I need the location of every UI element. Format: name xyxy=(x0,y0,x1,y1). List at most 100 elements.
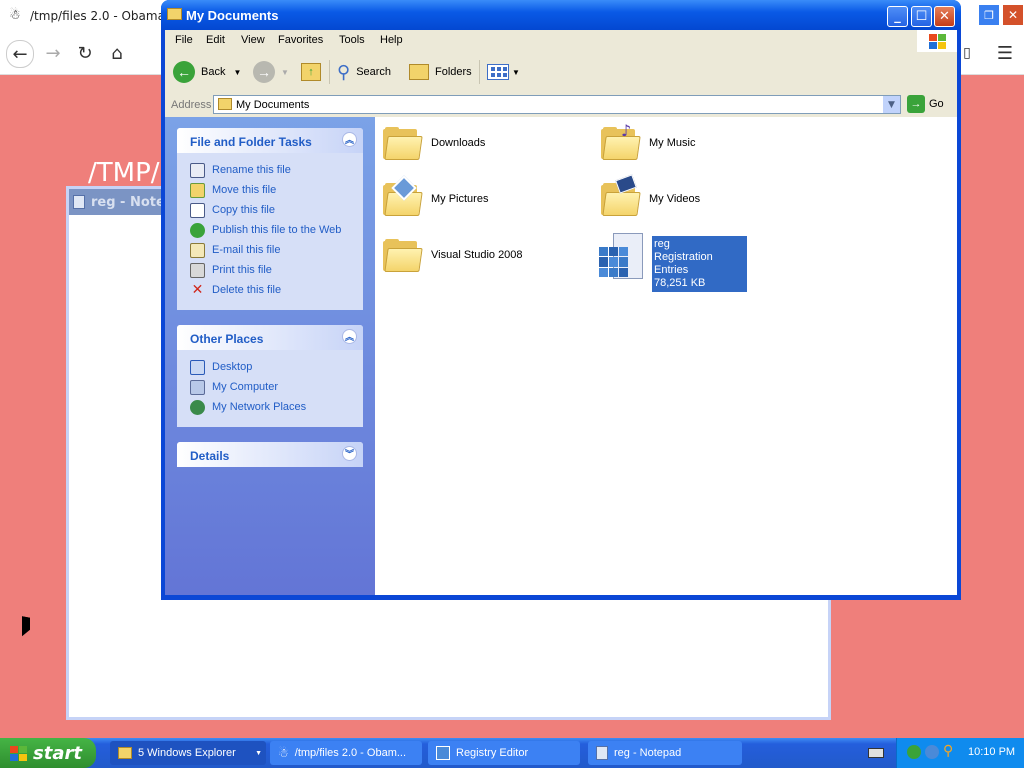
browser-favicon-icon: ☃ xyxy=(9,8,21,23)
task-label[interactable]: Print this file xyxy=(212,264,272,276)
place-my-computer[interactable]: My Computer xyxy=(177,377,363,397)
start-button[interactable]: start xyxy=(0,738,96,768)
panel-header[interactable]: File and Folder Tasks ︽ xyxy=(177,128,363,153)
collapse-icon[interactable]: ︽ xyxy=(342,329,357,344)
minimize-button[interactable]: _ xyxy=(887,6,908,27)
collapse-icon[interactable]: ︽ xyxy=(342,132,357,147)
registry-file-icon xyxy=(599,233,645,281)
file-reg[interactable]: reg Registration Entries 78,251 KB xyxy=(599,233,749,292)
browser-forward-button[interactable]: → xyxy=(40,40,66,66)
folder-my-music[interactable]: ♪ My Music xyxy=(601,121,696,160)
browser-home-button[interactable]: ⌂ xyxy=(104,40,130,66)
menu-favorites[interactable]: Favorites xyxy=(278,34,323,46)
task-label[interactable]: Move this file xyxy=(212,184,276,196)
music-folder-icon: ♪ xyxy=(601,121,641,160)
info-tray-icon[interactable] xyxy=(925,745,939,759)
folders-button[interactable]: Folders xyxy=(409,60,472,84)
place-label[interactable]: Desktop xyxy=(212,361,252,373)
folder-my-videos[interactable]: My Videos xyxy=(601,174,701,216)
browser-icon: ☃ xyxy=(278,746,289,760)
file-name: My Videos xyxy=(649,193,701,205)
videos-folder-icon xyxy=(601,174,641,216)
search-button[interactable]: ⚲ Search xyxy=(337,60,391,84)
file-list-area: Downloads ♪ My Music My Pictures My Vide… xyxy=(375,117,957,595)
menu-edit[interactable]: Edit xyxy=(206,34,225,46)
back-dropdown-icon[interactable]: ▼ xyxy=(233,68,241,77)
forward-button[interactable]: → ▼ xyxy=(253,60,289,84)
explorer-window[interactable]: My Documents _ ☐ ✕ File Edit View Favori… xyxy=(161,0,961,600)
network-tray-icon[interactable] xyxy=(907,745,921,759)
task-publish[interactable]: Publish this file to the Web xyxy=(177,220,363,240)
window-title: My Documents xyxy=(186,8,279,23)
place-label[interactable]: My Computer xyxy=(212,381,278,393)
copy-icon xyxy=(190,202,205,218)
forward-dropdown-icon[interactable]: ▼ xyxy=(281,68,289,77)
up-button[interactable]: ↑ xyxy=(301,60,321,84)
task-email[interactable]: E-mail this file xyxy=(177,240,363,260)
browser-close-button[interactable]: ✕ xyxy=(1002,4,1024,26)
folder-icon xyxy=(383,239,423,272)
views-dropdown-icon: ▼ xyxy=(512,67,520,77)
task-copy[interactable]: Copy this file xyxy=(177,200,363,220)
file-folder-tasks-panel: File and Folder Tasks ︽ Rename this file… xyxy=(177,128,363,310)
back-arrow-icon: ← xyxy=(173,61,195,83)
taskbar-group-dropdown-icon: ▼ xyxy=(255,749,262,757)
task-move[interactable]: Move this file xyxy=(177,180,363,200)
browser-reload-button[interactable]: ↻ xyxy=(72,40,98,66)
taskbar-notepad[interactable]: reg - Notepad xyxy=(588,741,742,765)
windows-logo-icon xyxy=(917,30,957,52)
file-name: My Music xyxy=(649,137,696,149)
task-label[interactable]: Rename this file xyxy=(212,164,291,176)
taskbar: start 5 Windows Explorer ▼ ☃ /tmp/files … xyxy=(0,738,1024,768)
place-desktop[interactable]: Desktop xyxy=(177,357,363,377)
task-rename[interactable]: Rename this file xyxy=(177,160,363,180)
pictures-folder-icon xyxy=(383,175,423,216)
panel-header[interactable]: Other Places ︽ xyxy=(177,325,363,350)
clock: 10:10 PM xyxy=(968,746,1016,758)
browser-back-button[interactable]: ← xyxy=(6,40,34,68)
browser-restore-button[interactable]: ❐ xyxy=(978,4,1000,26)
taskbar-registry-editor[interactable]: Registry Editor xyxy=(428,741,580,765)
menu-view[interactable]: View xyxy=(241,34,265,46)
task-label[interactable]: Publish this file to the Web xyxy=(212,224,341,236)
address-dropdown-icon[interactable]: ▼ xyxy=(883,96,900,113)
panel-title: File and Folder Tasks xyxy=(190,135,312,149)
expand-icon[interactable]: ︾ xyxy=(342,446,357,461)
menu-file[interactable]: File xyxy=(175,34,193,46)
address-folder-icon xyxy=(218,98,232,110)
views-button[interactable]: ▼ xyxy=(487,60,520,84)
go-button[interactable]: → Go xyxy=(907,95,944,113)
place-network[interactable]: My Network Places xyxy=(177,397,363,417)
panel-header[interactable]: Details ︾ xyxy=(177,442,363,467)
panel-title: Details xyxy=(190,449,230,463)
taskbar-windows-explorer[interactable]: 5 Windows Explorer ▼ xyxy=(110,741,266,765)
search-tray-icon[interactable]: ⚲ xyxy=(943,743,953,759)
delete-icon: ✕ xyxy=(191,281,204,298)
task-label[interactable]: E-mail this file xyxy=(212,244,280,256)
menu-help[interactable]: Help xyxy=(380,34,403,46)
folder-downloads[interactable]: Downloads xyxy=(383,127,486,160)
maximize-button[interactable]: ☐ xyxy=(911,6,932,27)
task-label[interactable]: Copy this file xyxy=(212,204,275,216)
file-name: Downloads xyxy=(431,137,486,149)
keyboard-icon[interactable] xyxy=(868,748,884,758)
back-button[interactable]: ← Back ▼ xyxy=(173,60,241,84)
task-label[interactable]: Delete this file xyxy=(212,284,281,296)
taskbar-browser[interactable]: ☃ /tmp/files 2.0 - Obam... xyxy=(270,741,422,765)
menu-tools[interactable]: Tools xyxy=(339,34,365,46)
folders-label: Folders xyxy=(435,66,472,78)
folder-my-pictures[interactable]: My Pictures xyxy=(383,175,489,216)
explorer-titlebar[interactable]: My Documents _ ☐ ✕ xyxy=(161,0,961,30)
folder-icon xyxy=(383,127,423,160)
address-input[interactable]: My Documents ▼ xyxy=(213,95,901,114)
task-delete[interactable]: ✕ Delete this file xyxy=(177,280,363,300)
task-print[interactable]: Print this file xyxy=(177,260,363,280)
network-icon xyxy=(190,399,205,415)
windows-flag-icon xyxy=(10,745,27,761)
folder-visual-studio-2008[interactable]: Visual Studio 2008 xyxy=(383,239,523,272)
file-name: My Pictures xyxy=(431,193,489,205)
close-button[interactable]: ✕ xyxy=(934,6,955,27)
browser-menu-button[interactable]: ☰ xyxy=(992,40,1018,66)
go-label: Go xyxy=(929,98,944,110)
place-label[interactable]: My Network Places xyxy=(212,401,306,413)
